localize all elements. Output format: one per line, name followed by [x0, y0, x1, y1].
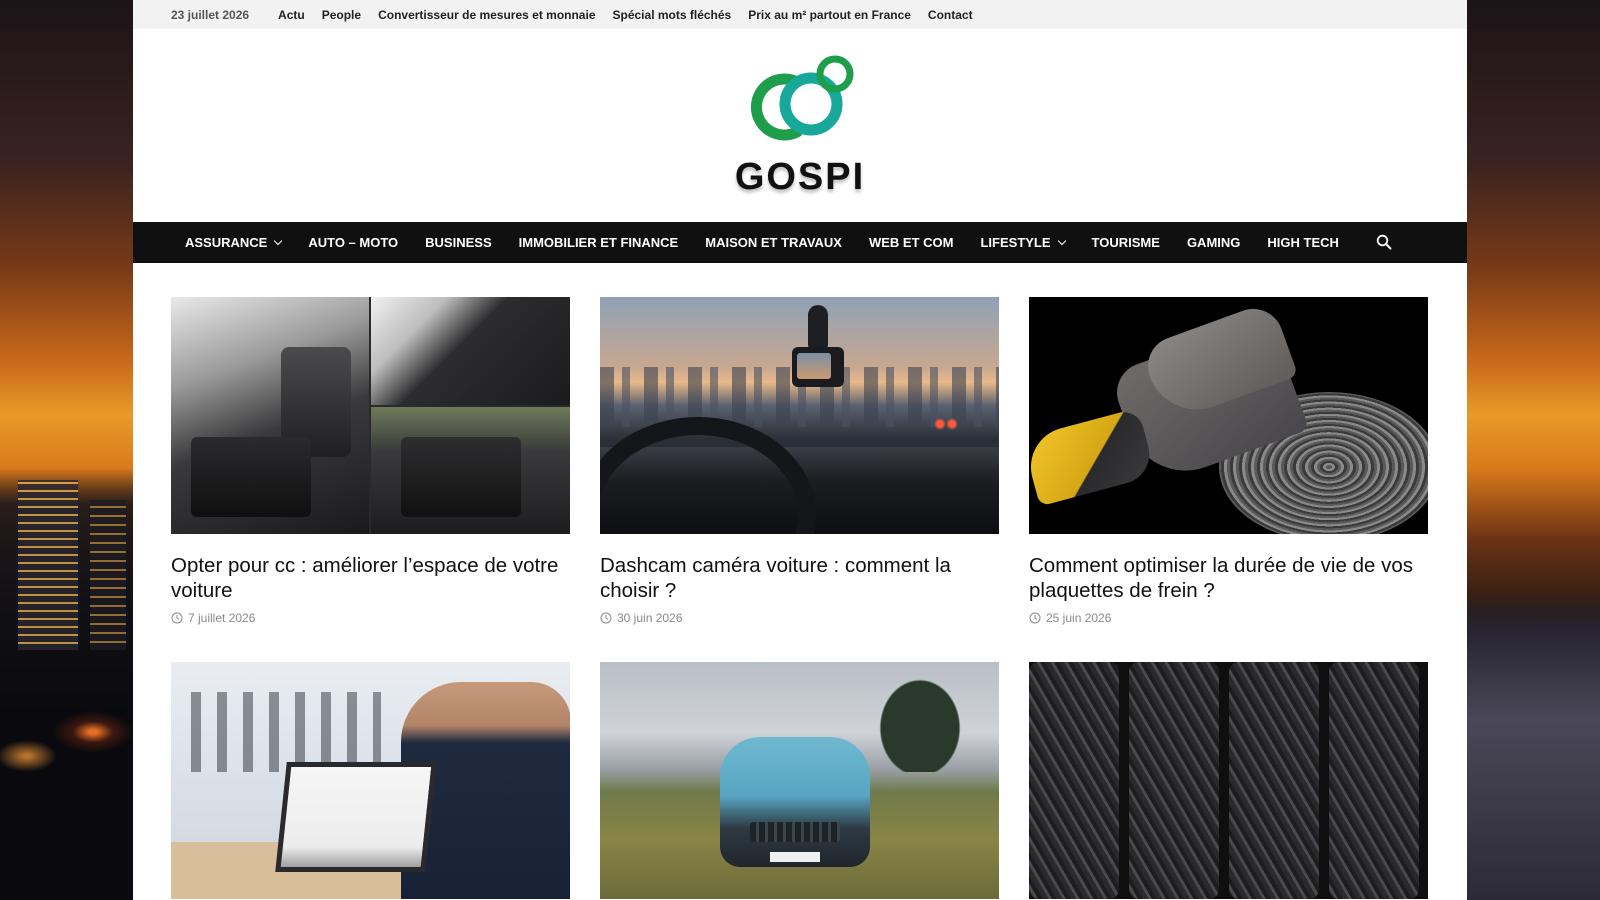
nav-item-label: GAMING [1186, 235, 1241, 250]
nav-item-label: BUSINESS [425, 235, 492, 250]
article-title[interactable]: Opter pour cc : améliorer l’espace de vo… [171, 553, 570, 603]
article-title[interactable]: Dashcam caméra voiture : comment la choi… [600, 553, 999, 603]
nav-item-label: IMMOBILIER ET FINANCE [518, 235, 679, 250]
nav-item-lifestyle[interactable]: LIFESTYLE [980, 235, 1066, 250]
clock-icon [600, 612, 612, 624]
nav-item-label: ASSURANCE [185, 235, 268, 250]
article-date: 7 juillet 2026 [188, 611, 256, 625]
top-link-actu[interactable]: Actu [278, 8, 305, 22]
top-link-contact[interactable]: Contact [928, 8, 973, 22]
site-name: GOSPI [734, 156, 866, 198]
article-date: 30 juin 2026 [617, 611, 683, 625]
nav-item-label: TOURISME [1091, 235, 1160, 250]
background-building [18, 480, 78, 650]
article-card[interactable] [600, 662, 999, 899]
top-bar: 23 juillet 2026 Actu People Convertisseu… [133, 0, 1467, 29]
chevron-down-icon [1057, 236, 1066, 246]
background-city-left [0, 0, 133, 900]
article-image-car-interior-storage[interactable] [171, 297, 570, 534]
clock-icon [1029, 612, 1041, 624]
background-lights [0, 700, 133, 780]
article-card[interactable]: Opter pour cc : améliorer l’espace de vo… [171, 297, 570, 625]
article-image-brake-pads[interactable] [1029, 297, 1428, 534]
nav-item-label: HIGH TECH [1267, 235, 1339, 250]
article-meta: 25 juin 2026 [1029, 611, 1428, 625]
top-link-people[interactable]: People [322, 8, 361, 22]
article-image-electric-car[interactable] [600, 662, 999, 899]
clock-icon [171, 612, 183, 624]
article-title[interactable]: Comment optimiser la durée de vie de vos… [1029, 553, 1428, 603]
article-card[interactable]: Dashcam caméra voiture : comment la choi… [600, 297, 999, 625]
nav-item-tourisme[interactable]: TOURISME [1092, 235, 1160, 250]
top-links: Actu People Convertisseur de mesures et … [278, 8, 973, 22]
chevron-down-icon [274, 236, 283, 246]
nav-item-high-tech[interactable]: HIGH TECH [1267, 235, 1339, 250]
site-logo[interactable]: GOSPI [735, 52, 865, 199]
nav-item-immobilier-finance[interactable]: IMMOBILIER ET FINANCE [519, 235, 679, 250]
article-image-dashcam[interactable] [600, 297, 999, 534]
article-meta: 30 juin 2026 [600, 611, 999, 625]
nav-item-maison-travaux[interactable]: MAISON ET TRAVAUX [705, 235, 842, 250]
nav-item-business[interactable]: BUSINESS [425, 235, 491, 250]
article-image-man-laptop[interactable] [171, 662, 570, 899]
article-image-tires[interactable] [1029, 662, 1428, 899]
article-card[interactable]: Comment optimiser la durée de vie de vos… [1029, 297, 1428, 625]
nav-item-label: MAISON ET TRAVAUX [705, 235, 842, 250]
background-sea-right [1467, 0, 1600, 900]
nav-item-assurance[interactable]: ASSURANCE [185, 235, 283, 250]
top-link-convertisseur[interactable]: Convertisseur de mesures et monnaie [378, 8, 595, 22]
article-date: 25 juin 2026 [1046, 611, 1112, 625]
page-container: 23 juillet 2026 Actu People Convertisseu… [133, 0, 1467, 900]
nav-item-label: WEB ET COM [868, 235, 954, 250]
search-icon[interactable] [1376, 234, 1392, 250]
article-meta: 7 juillet 2026 [171, 611, 570, 625]
nav-item-web-com[interactable]: WEB ET COM [869, 235, 954, 250]
nav-item-label: AUTO – MOTO [308, 235, 399, 250]
top-link-mots-fleches[interactable]: Spécial mots fléchés [613, 8, 732, 22]
background-building [90, 500, 126, 650]
interlocking-rings-logo-icon [745, 52, 855, 152]
nav-item-label: LIFESTYLE [980, 235, 1051, 250]
site-header: GOSPI [133, 29, 1467, 222]
nav-item-gaming[interactable]: GAMING [1187, 235, 1240, 250]
article-card[interactable] [1029, 662, 1428, 899]
current-date: 23 juillet 2026 [171, 7, 250, 22]
main-navigation: ASSURANCE AUTO – MOTO BUSINESS IMMOBILIE… [133, 222, 1467, 263]
article-grid: Opter pour cc : améliorer l’espace de vo… [171, 297, 1429, 899]
article-card[interactable] [171, 662, 570, 899]
top-link-prix-m2[interactable]: Prix au m² partout en France [748, 8, 911, 22]
nav-item-auto-moto[interactable]: AUTO – MOTO [308, 235, 398, 250]
